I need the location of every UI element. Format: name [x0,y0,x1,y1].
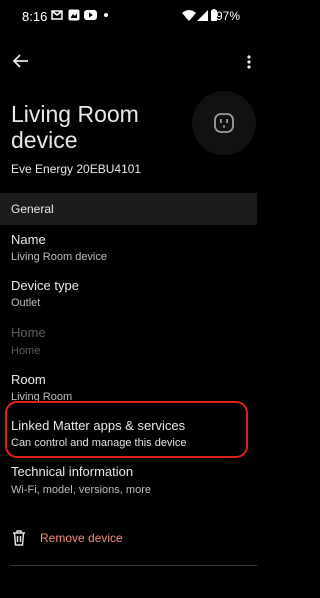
more-options-icon[interactable] [240,52,258,72]
bottom-divider [11,565,257,566]
outlet-icon [214,113,234,133]
trash-icon[interactable] [12,530,26,546]
wifi-icon [182,10,196,21]
status-bar: 8:16 97% [0,0,268,30]
gmail-icon [51,10,63,20]
device-type-row-title[interactable]: Device type [11,278,79,293]
notification-dot-icon [104,13,108,17]
photos-icon [68,9,80,21]
linked-apps-row-value: Can control and manage this device [11,437,187,449]
name-row-title[interactable]: Name [11,232,46,247]
home-row-value: Home [11,345,41,357]
room-row-title[interactable]: Room [11,372,46,387]
technical-info-row-title[interactable]: Technical information [11,464,133,479]
battery-percent: 97% [215,9,240,23]
technical-info-row-value: Wi-Fi, model, versions, more [11,484,151,496]
status-time: 8:16 [22,9,48,24]
name-row-value: Living Room device [11,251,107,263]
device-model: Eve Energy 20EBU4101 [11,162,142,176]
youtube-icon [84,10,97,20]
back-arrow-icon[interactable] [10,50,32,72]
device-icon-container [192,91,256,155]
remove-device-button[interactable]: Remove device [40,531,123,545]
linked-apps-row-title[interactable]: Linked Matter apps & services [11,418,185,433]
device-title: Living Room device [11,101,139,153]
device-type-row-value: Outlet [11,297,41,309]
home-row-title: Home [11,325,46,340]
signal-icon [197,10,208,21]
section-general: General [0,193,257,225]
